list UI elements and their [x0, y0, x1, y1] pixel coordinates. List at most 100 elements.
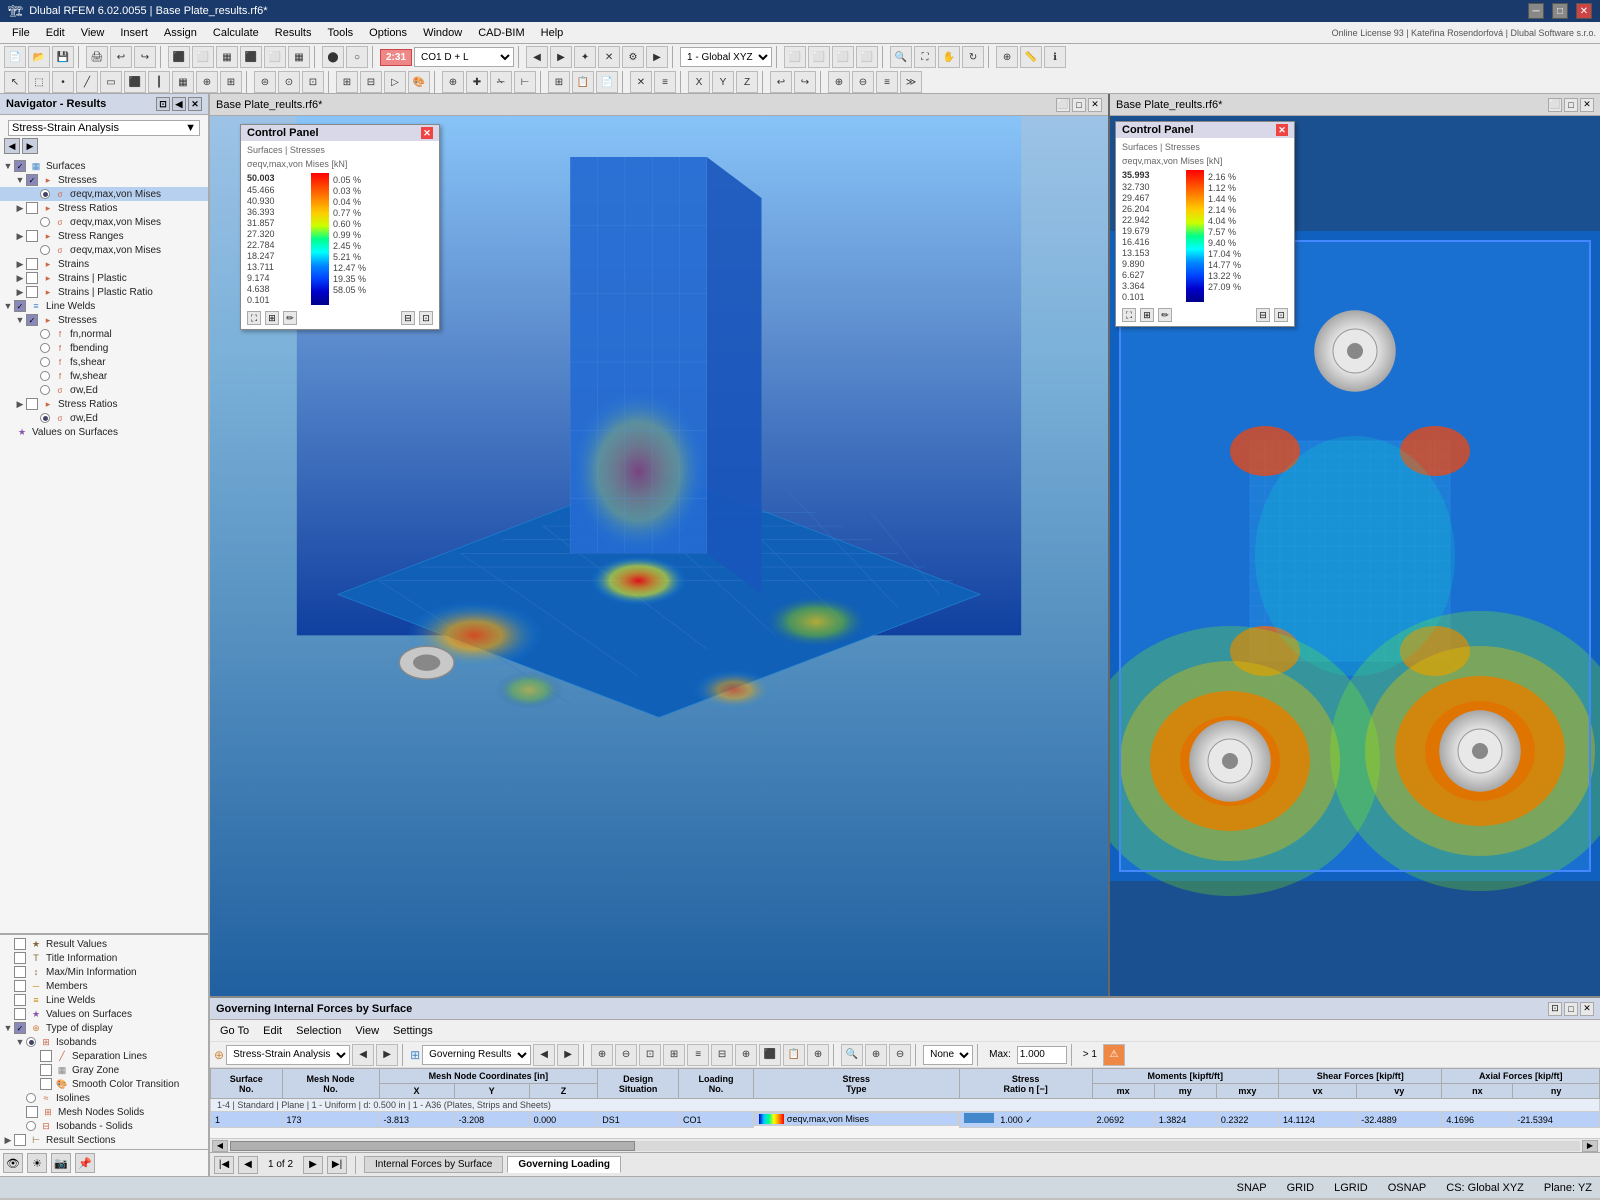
tb2-surf-btn[interactable]: ▭	[100, 71, 122, 93]
tb2-cursor-btn[interactable]: ↖	[4, 71, 26, 93]
tab-governing-loading[interactable]: Governing Loading	[507, 1156, 621, 1173]
menu-assign[interactable]: Assign	[156, 25, 205, 41]
check-stresses1[interactable]: ✓	[26, 174, 38, 186]
tb2-extra1-btn[interactable]: ⊕	[828, 71, 850, 93]
cp-right-grid-btn[interactable]: ⊞	[1140, 308, 1154, 322]
tb-zoom-btn[interactable]: 🔍	[890, 46, 912, 68]
check-smooth-color[interactable]	[40, 1078, 52, 1090]
page-next-btn[interactable]: ▶	[303, 1156, 323, 1174]
tb-run-btn[interactable]: ▶	[646, 46, 668, 68]
radio-fn-normal[interactable]	[40, 329, 50, 339]
radio-sigma-wed[interactable]	[40, 385, 50, 395]
tb2-table-btn[interactable]: ⊞	[548, 71, 570, 93]
tb-view3-btn[interactable]: ▦	[216, 46, 238, 68]
bottom-tb7-btn[interactable]: ⊕	[735, 1044, 757, 1066]
check-maxmin-info[interactable]	[14, 966, 26, 978]
tree-toggle-sr[interactable]: ▶	[14, 202, 26, 214]
tb-meas-btn[interactable]: 📏	[1020, 46, 1042, 68]
bottom-menu-settings[interactable]: Settings	[387, 1023, 439, 1039]
check-gray-zone[interactable]	[40, 1064, 52, 1076]
radio-fs-shear[interactable]	[40, 357, 50, 367]
tree-toggle-rs[interactable]: ▶	[2, 1134, 14, 1146]
tree-stress-ranges[interactable]: ▶ ▸ Stress Ranges	[0, 229, 208, 243]
close-btn[interactable]: ✕	[1576, 3, 1592, 19]
check-result-values[interactable]	[14, 938, 26, 950]
check-type-display[interactable]: ✓	[14, 1022, 26, 1034]
page-first-btn[interactable]: |◀	[214, 1156, 234, 1174]
radio-isobands[interactable]	[26, 1037, 36, 1047]
menu-window[interactable]: Window	[415, 25, 470, 41]
tree-line-welds[interactable]: ▼ ✓ ≡ Line Welds	[0, 299, 208, 313]
menu-cadbim[interactable]: CAD-BIM	[470, 25, 532, 41]
tb-render1-btn[interactable]: ⬤	[322, 46, 344, 68]
nav-prev-btn[interactable]: ◀	[4, 138, 20, 154]
tb2-line-btn[interactable]: ╱	[76, 71, 98, 93]
tree-maxmin-info[interactable]: ↕ Max/Min Information	[0, 965, 208, 979]
bottom-tb8-btn[interactable]: ⬛	[759, 1044, 781, 1066]
scroll-left-btn[interactable]: ◀	[212, 1140, 228, 1152]
bottom-tb10-btn[interactable]: ⊕	[807, 1044, 829, 1066]
menu-options[interactable]: Options	[361, 25, 415, 41]
tb2-pdf-btn[interactable]: 📄	[596, 71, 618, 93]
vp3d-close-btn[interactable]: ✕	[1088, 98, 1102, 112]
tree-lw-sigma-wed[interactable]: σ σw,Ed	[0, 411, 208, 425]
tree-result-values[interactable]: ★ Result Values	[0, 937, 208, 951]
tb2-render-btn[interactable]: ⊙	[278, 71, 300, 93]
table-row[interactable]: 1 173 -3.813 -3.208 0.000 DS1 CO1 σeqv,m…	[211, 1112, 1600, 1128]
tb2-anim-btn[interactable]: ▷	[384, 71, 406, 93]
tb2-node-btn[interactable]: •	[52, 71, 74, 93]
sun-icon-btn[interactable]: ☀	[27, 1153, 47, 1173]
check-result-sections[interactable]	[14, 1134, 26, 1146]
tb-star-btn[interactable]: ✦	[574, 46, 596, 68]
tb2-res-btn[interactable]: ⊞	[336, 71, 358, 93]
tb-view6-btn[interactable]: ▦	[288, 46, 310, 68]
check-values-surfaces-lower[interactable]	[14, 1008, 26, 1020]
cp-left-close-btn[interactable]: ✕	[421, 127, 433, 139]
tree-isolines[interactable]: ≈ Isolines	[0, 1091, 208, 1105]
menu-view[interactable]: View	[73, 25, 113, 41]
tb-arrow1-btn[interactable]: ◀	[526, 46, 548, 68]
menu-edit[interactable]: Edit	[38, 25, 73, 41]
check-stress-ranges[interactable]	[26, 230, 38, 242]
menu-file[interactable]: File	[4, 25, 38, 41]
check-strains-plastic-ratio[interactable]	[26, 286, 38, 298]
eye-icon-btn[interactable]: 👁	[3, 1153, 23, 1173]
tb-save-btn[interactable]: 💾	[52, 46, 74, 68]
check-lw-stress-ratios[interactable]	[26, 398, 38, 410]
page-prev-btn[interactable]: ◀	[238, 1156, 258, 1174]
tree-fbending[interactable]: f fbending	[0, 341, 208, 355]
tb2-extra4-btn[interactable]: ≫	[900, 71, 922, 93]
bottom-tb3-btn[interactable]: ⊡	[639, 1044, 661, 1066]
bottom-menu-view[interactable]: View	[349, 1023, 385, 1039]
tree-lw-stresses[interactable]: ▼ ✓ ▸ Stresses	[0, 313, 208, 327]
bottom-tb6-btn[interactable]: ⊟	[711, 1044, 733, 1066]
tb2-move-btn[interactable]: ✚	[466, 71, 488, 93]
radio-fbending[interactable]	[40, 343, 50, 353]
vp2d-close-btn[interactable]: ✕	[1580, 98, 1594, 112]
tb-view5-btn[interactable]: ⬜	[264, 46, 286, 68]
bottom-warn-btn[interactable]: ⚠	[1103, 1044, 1125, 1066]
radio-lw-sigma-wed[interactable]	[40, 413, 50, 423]
tree-toggle-iso[interactable]: ▼	[14, 1036, 26, 1048]
tb-filter-btn[interactable]: ✕	[598, 46, 620, 68]
tree-toggle-strpr[interactable]: ▶	[14, 286, 26, 298]
tree-gray-zone[interactable]: ▦ Gray Zone	[0, 1063, 208, 1077]
bottom-tb9-btn[interactable]: 📋	[783, 1044, 805, 1066]
tree-toggle-surfaces[interactable]: ▼	[2, 160, 14, 172]
cp-right-fit-btn[interactable]: ⛶	[1122, 308, 1136, 322]
bottom-menu-selection[interactable]: Selection	[290, 1023, 347, 1039]
tree-fw-shear[interactable]: f fw,shear	[0, 369, 208, 383]
bottom-tb5-btn[interactable]: ≡	[687, 1044, 709, 1066]
cp-left-edit-btn[interactable]: ✏	[283, 311, 297, 325]
tb2-copy-btn[interactable]: ⊕	[442, 71, 464, 93]
menu-results[interactable]: Results	[267, 25, 320, 41]
tb2-extra2-btn[interactable]: ⊖	[852, 71, 874, 93]
cp-right-minmax-btn[interactable]: ⊟	[1256, 308, 1270, 322]
check-strains-plastic[interactable]	[26, 272, 38, 284]
tree-result-sections[interactable]: ▶ ⊢ Result Sections	[0, 1133, 208, 1147]
vp3d-title-btns[interactable]: ⬜ □ ✕	[1056, 98, 1102, 112]
tree-isobands-solids[interactable]: ⊟ Isobands - Solids	[0, 1119, 208, 1133]
tree-mesh-nodes[interactable]: ⊞ Mesh Nodes Solids	[0, 1105, 208, 1119]
tree-toggle-td[interactable]: ▼	[2, 1022, 14, 1034]
bottom-res-next-btn[interactable]: ▶	[557, 1044, 579, 1066]
